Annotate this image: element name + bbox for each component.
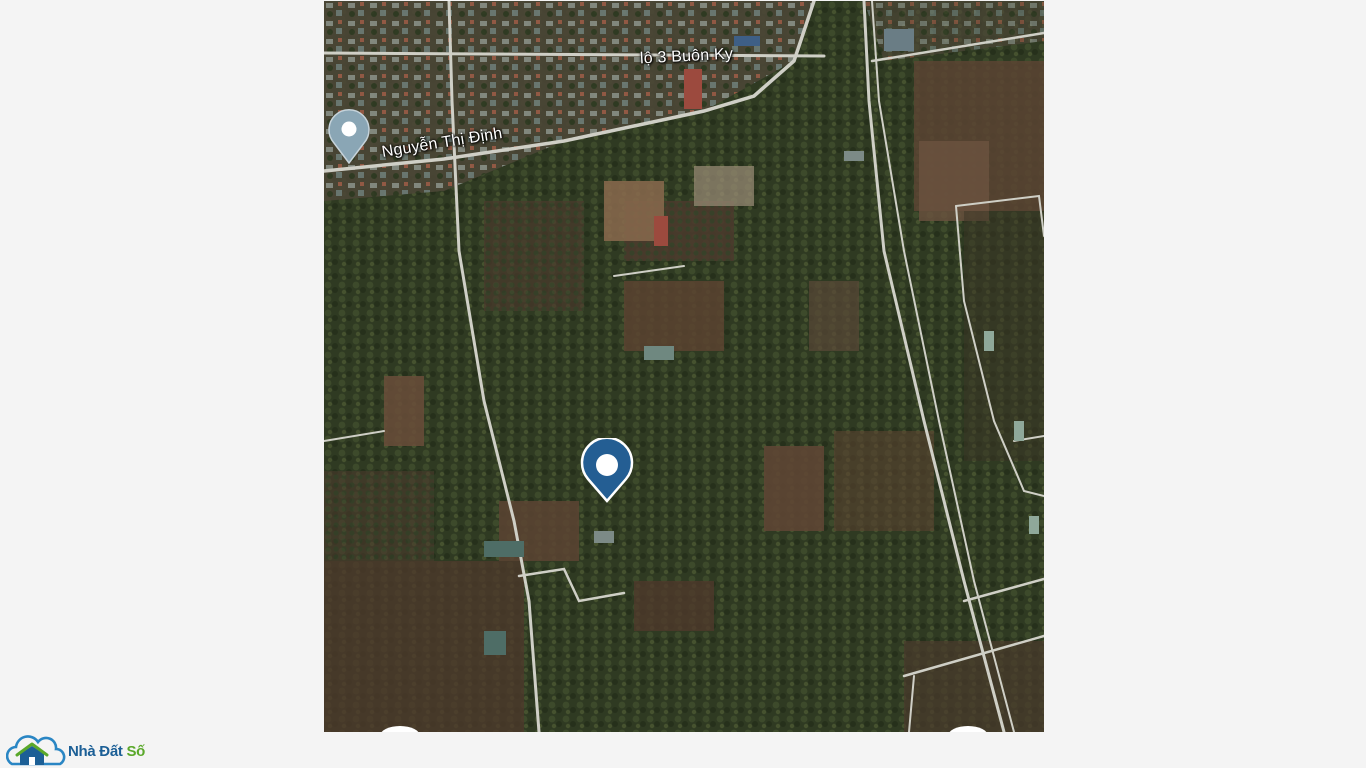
nha-dat-so-logo: Nhà Đất Số — [6, 734, 145, 768]
logo-text: Nhà Đất Số — [68, 743, 145, 760]
logo-text-main: Nhà Đất — [68, 742, 127, 760]
image-viewer: lộ 3 Buôn Ky Nguyễn Thị Định Nhà Đất Số — [0, 0, 1366, 768]
satellite-imagery — [324, 1, 1044, 732]
satellite-map[interactable]: lộ 3 Buôn Ky Nguyễn Thị Định — [324, 1, 1044, 732]
logo-text-accent: Số — [126, 742, 146, 760]
house-cloud-icon — [6, 735, 66, 766]
